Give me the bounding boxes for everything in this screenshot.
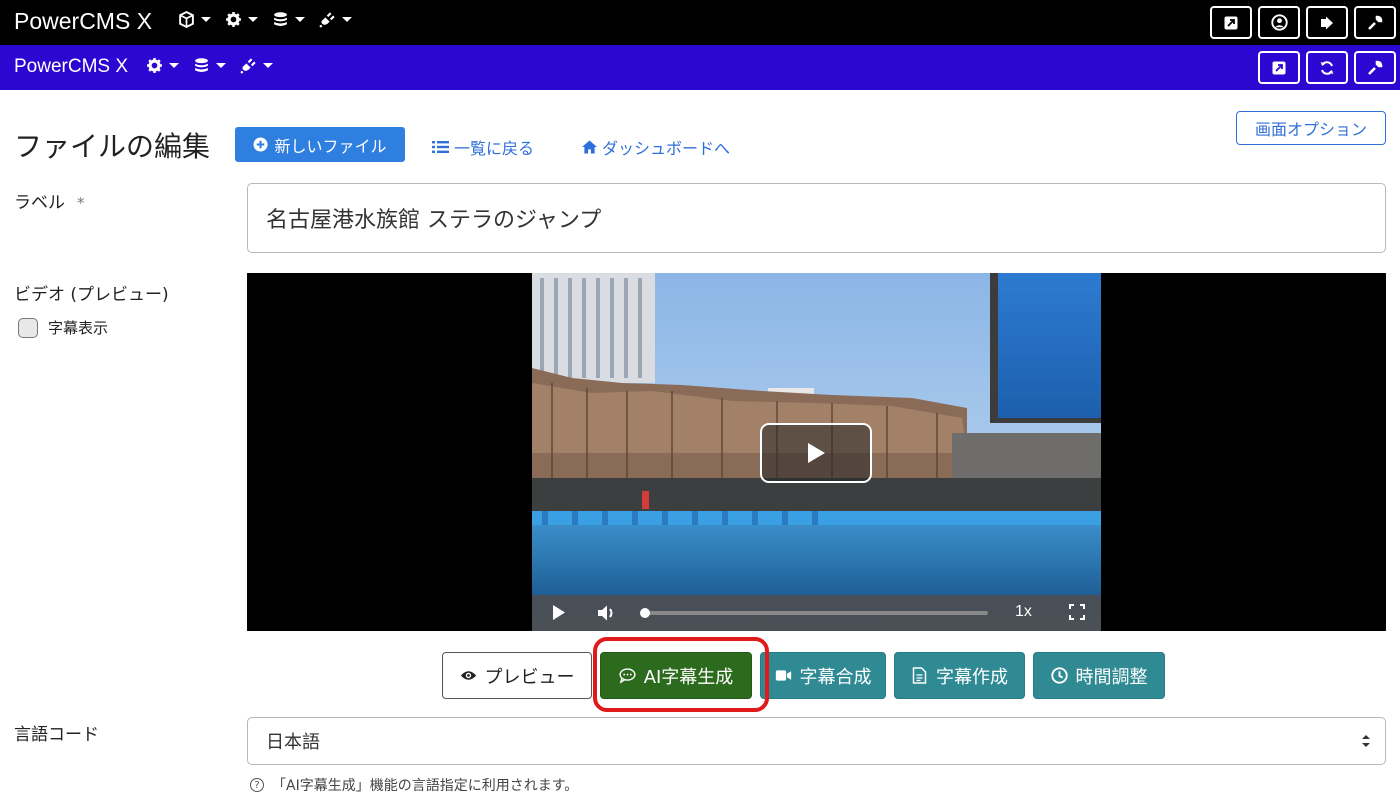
- site-icon-buttons: [1252, 51, 1396, 84]
- plug-icon: [240, 58, 256, 74]
- subtitle-checkbox-label: 字幕表示: [48, 319, 109, 337]
- language-select-value: 日本語: [266, 732, 320, 753]
- language-field-label: 言語コード: [14, 725, 99, 745]
- eye-icon: [460, 671, 476, 680]
- page-title: ファイルの編集: [14, 130, 211, 163]
- seek-handle[interactable]: [640, 608, 650, 618]
- site-menu-group: [146, 57, 287, 74]
- time-adjust-button[interactable]: 時間調整: [1033, 652, 1165, 699]
- brand-logo[interactable]: PowerCMS X: [14, 8, 152, 35]
- screen-options-button[interactable]: 画面オプション: [1236, 111, 1386, 145]
- subtitle-actions: プレビュー AI字幕生成 字幕合成 字幕作成 時間調整: [442, 652, 1173, 699]
- chevron-down-icon: [169, 63, 179, 68]
- new-file-button[interactable]: 新しいファイル: [235, 127, 405, 162]
- preview-label: プレビュー: [484, 666, 575, 688]
- database-icon: [195, 58, 208, 72]
- language-help-text: 「AI字幕生成」機能の言語指定に利用されます。: [272, 778, 579, 794]
- play-icon[interactable]: [552, 604, 566, 621]
- wrench-icon: [1368, 60, 1383, 75]
- chevron-down-icon: [295, 17, 305, 22]
- site-database-menu[interactable]: [193, 57, 226, 74]
- top-icon-buttons: [1204, 6, 1396, 39]
- create-subtitle-button[interactable]: 字幕作成: [894, 652, 1025, 699]
- dashboard-link[interactable]: ダッシュボードへ: [582, 135, 730, 159]
- cube-menu[interactable]: [178, 11, 211, 28]
- home-icon: [582, 140, 597, 154]
- playback-speed[interactable]: 1x: [1015, 603, 1032, 621]
- gear-icon: [147, 58, 162, 73]
- new-file-label: 新しいファイル: [274, 136, 387, 156]
- chevron-down-icon: [342, 17, 352, 22]
- list-icon: [432, 141, 449, 153]
- external-link-icon: [1272, 61, 1286, 74]
- user-profile-button[interactable]: [1258, 6, 1300, 39]
- top-menu-group: [178, 11, 366, 28]
- select-arrows-icon: [1362, 735, 1370, 747]
- back-to-list-link[interactable]: 一覧に戻る: [432, 135, 534, 159]
- database-icon: [274, 12, 287, 26]
- external-link-button[interactable]: [1210, 6, 1252, 39]
- clock-icon: [1050, 667, 1068, 684]
- merge-subtitle-label: 字幕合成: [799, 666, 872, 688]
- settings-menu[interactable]: [225, 11, 258, 28]
- user-circle-icon: [1270, 14, 1288, 31]
- site-tools-button[interactable]: [1354, 51, 1396, 84]
- site-view-button[interactable]: [1258, 51, 1300, 84]
- fullscreen-icon[interactable]: [1069, 604, 1085, 620]
- external-link-icon: [1224, 16, 1238, 29]
- video-frame: 1x: [532, 273, 1101, 631]
- play-overlay-button[interactable]: [760, 423, 872, 483]
- label-input[interactable]: 名古屋港水族館 ステラのジャンプ: [247, 183, 1386, 253]
- label-text: ラベル: [14, 193, 65, 213]
- seek-bar[interactable]: [643, 611, 988, 615]
- plug-icon: [319, 12, 335, 28]
- subtitle-toggle[interactable]: 字幕表示: [18, 317, 108, 338]
- chevron-down-icon: [248, 17, 258, 22]
- preview-button[interactable]: プレビュー: [442, 652, 592, 699]
- dashboard-label: ダッシュボードへ: [602, 139, 731, 158]
- rebuild-button[interactable]: [1306, 51, 1348, 84]
- plugin-menu[interactable]: [319, 11, 352, 28]
- tools-button[interactable]: [1354, 6, 1396, 39]
- top-navbar: PowerCMS X: [0, 0, 1400, 45]
- database-menu[interactable]: [272, 11, 305, 28]
- chevron-down-icon: [216, 63, 226, 68]
- time-adjust-label: 時間調整: [1075, 666, 1148, 688]
- chevron-down-icon: [263, 63, 273, 68]
- document-icon: [912, 667, 927, 684]
- subtitle-checkbox[interactable]: [18, 317, 38, 338]
- site-settings-menu[interactable]: [146, 57, 179, 74]
- plus-circle-icon: [253, 137, 269, 152]
- label-field-label: ラベル *: [14, 188, 85, 213]
- play-icon: [808, 443, 825, 463]
- site-brand[interactable]: PowerCMS X: [14, 56, 128, 78]
- required-mark: *: [77, 194, 85, 212]
- volume-icon[interactable]: [597, 604, 617, 622]
- video-player[interactable]: 1x: [247, 273, 1386, 631]
- video-controls: 1x: [532, 595, 1101, 631]
- highlight-annotation: [593, 637, 769, 712]
- refresh-icon: [1320, 60, 1334, 75]
- cube-icon: [179, 11, 194, 28]
- language-select[interactable]: 日本語: [247, 717, 1386, 765]
- back-to-list-label: 一覧に戻る: [454, 139, 535, 158]
- wrench-icon: [1368, 15, 1383, 30]
- gear-icon: [226, 12, 241, 27]
- merge-subtitle-button[interactable]: 字幕合成: [760, 652, 886, 699]
- create-subtitle-label: 字幕作成: [936, 666, 1008, 688]
- language-help: ? 「AI字幕生成」機能の言語指定に利用されます。: [250, 775, 578, 795]
- video-camera-icon: [775, 670, 791, 681]
- logout-button[interactable]: [1306, 6, 1348, 39]
- site-plugin-menu[interactable]: [240, 57, 273, 74]
- chevron-down-icon: [201, 17, 211, 22]
- video-field-label: ビデオ (プレビュー): [14, 285, 169, 305]
- help-icon: ?: [250, 778, 264, 792]
- sign-out-icon: [1321, 16, 1333, 29]
